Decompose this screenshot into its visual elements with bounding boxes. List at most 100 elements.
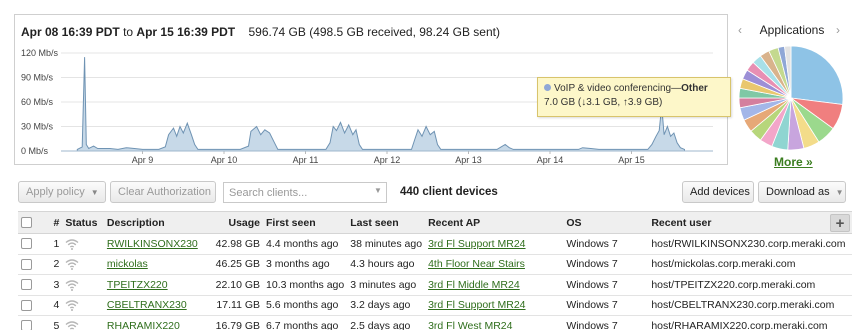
- wifi-icon: [65, 299, 79, 312]
- row-number: 5: [41, 315, 63, 330]
- row-os: Windows 7: [563, 315, 649, 330]
- more-link[interactable]: More »: [774, 155, 813, 169]
- row-description: RHARAMIX220: [103, 315, 213, 330]
- row-checkbox[interactable]: [21, 299, 32, 311]
- search-clients-input[interactable]: [223, 182, 387, 203]
- usage-summary: 596.74 GB (498.5 GB received, 98.24 GB s…: [248, 25, 500, 39]
- tooltip-app: Other: [681, 83, 708, 94]
- row-os: Windows 7: [563, 254, 649, 275]
- row-select-cell[interactable]: [18, 274, 42, 296]
- row-recent-ap: 4th Floor Near Stairs: [425, 254, 564, 275]
- select-all-checkbox[interactable]: [21, 217, 32, 229]
- time-range: Apr 08 16:39 PDT to Apr 15 16:39 PDT 596…: [21, 25, 500, 39]
- x-tick-label: Apr 14: [537, 155, 564, 165]
- clients-table: # Status Description Usage First seen La…: [18, 211, 852, 330]
- table-row[interactable]: 4 CBELTRANX230 17.11 GB 5.6 months ago 3.2 d…: [18, 295, 852, 316]
- col-num[interactable]: #: [41, 211, 63, 234]
- col-description[interactable]: Description: [103, 211, 213, 234]
- col-first-seen[interactable]: First seen: [263, 211, 348, 234]
- applications-pie-chart[interactable]: [737, 44, 845, 152]
- row-usage: 42.98 GB: [212, 233, 264, 255]
- row-status: [62, 254, 104, 275]
- row-status: [62, 233, 104, 255]
- add-column-button[interactable]: +: [829, 213, 850, 232]
- client-description-link[interactable]: mickolas: [107, 258, 148, 270]
- row-status: [62, 295, 104, 316]
- chevron-down-icon: ▼: [835, 188, 844, 197]
- row-select-cell[interactable]: [18, 315, 42, 330]
- row-last-seen: 38 minutes ago: [347, 233, 426, 255]
- client-description-link[interactable]: TPEITZX220: [107, 279, 168, 291]
- range-end: Apr 15 16:39 PDT: [136, 25, 236, 39]
- table-row[interactable]: 3 TPEITZX220 22.10 GB 10.3 months ago 3 minu…: [18, 274, 852, 296]
- row-checkbox[interactable]: [21, 279, 32, 291]
- row-first-seen: 10.3 months ago: [263, 274, 348, 296]
- wifi-icon: [65, 238, 79, 250]
- x-tick-label: Apr 10: [211, 155, 238, 165]
- client-toolbar: Apply policy ▼ Clear Authorization ▼ 440 …: [18, 181, 852, 205]
- row-first-seen: 5.6 months ago: [263, 295, 348, 316]
- row-usage: 46.25 GB: [212, 254, 264, 275]
- col-status[interactable]: Status: [62, 211, 104, 234]
- applications-title: Applications: [759, 23, 825, 37]
- col-usage[interactable]: Usage: [212, 211, 264, 234]
- x-tick-label: Apr 9: [132, 155, 154, 165]
- row-checkbox[interactable]: [21, 238, 32, 250]
- row-usage: 22.10 GB: [212, 274, 264, 296]
- recent-ap-link[interactable]: 3rd Fl Support MR24: [428, 299, 525, 311]
- col-os[interactable]: OS: [563, 211, 649, 234]
- row-checkbox[interactable]: [21, 258, 32, 270]
- recent-ap-link[interactable]: 4th Floor Near Stairs: [428, 258, 525, 270]
- col-recent-user[interactable]: Recent user: [648, 211, 830, 234]
- y-tick-label: 30 Mb/s: [21, 122, 54, 132]
- row-description: TPEITZX220: [103, 274, 213, 296]
- client-description-link[interactable]: CBELTRANX230: [107, 299, 187, 311]
- row-select-cell[interactable]: [18, 233, 42, 255]
- row-os: Windows 7: [563, 274, 649, 296]
- tooltip-category: VoIP & video conferencing: [554, 83, 672, 94]
- table-header-row: # Status Description Usage First seen La…: [18, 211, 852, 234]
- apply-policy-button[interactable]: Apply policy ▼: [18, 181, 106, 203]
- row-usage: 17.11 GB: [212, 295, 264, 316]
- select-all-cell[interactable]: [18, 211, 42, 234]
- pie-slice[interactable]: [790, 45, 844, 105]
- recent-ap-link[interactable]: 3rd Fl Middle MR24: [428, 279, 520, 291]
- row-first-seen: 3 months ago: [263, 254, 348, 275]
- row-recent-user: host/RHARAMIX220.corp.meraki.com: [648, 315, 852, 330]
- tooltip-detail: 7.0 GB (↓3.1 GB, ↑3.9 GB): [544, 97, 663, 108]
- download-as-label: Download as: [766, 186, 830, 198]
- col-recent-ap[interactable]: Recent AP: [425, 211, 564, 234]
- row-os: Windows 7: [563, 295, 649, 316]
- add-column-cell: +: [829, 211, 852, 234]
- row-status: [62, 315, 104, 330]
- table-row[interactable]: 1 RWILKINSONX230 42.98 GB 4.4 months ago 38 …: [18, 233, 852, 255]
- col-last-seen[interactable]: Last seen: [347, 211, 426, 234]
- chart-tooltip: VoIP & video conferencing—Other 7.0 GB (…: [537, 77, 731, 117]
- wifi-icon: [65, 258, 79, 271]
- table-row[interactable]: 5 RHARAMIX220 16.79 GB 6.7 months ago 2.5 da…: [18, 315, 852, 330]
- clear-authorization-button[interactable]: Clear Authorization: [110, 181, 216, 203]
- row-checkbox[interactable]: [21, 320, 32, 330]
- wifi-icon: [65, 320, 79, 330]
- row-select-cell[interactable]: [18, 295, 42, 316]
- row-select-cell[interactable]: [18, 254, 42, 275]
- tooltip-separator: —: [671, 83, 682, 94]
- client-description-link[interactable]: RWILKINSONX230: [107, 238, 198, 250]
- row-description: RWILKINSONX230: [103, 233, 213, 255]
- table-row[interactable]: 2 mickolas 46.25 GB 3 months ago 4.3 hours a…: [18, 254, 852, 275]
- prev-arrow-icon[interactable]: ‹: [738, 23, 742, 37]
- recent-ap-link[interactable]: 3rd Fl Support MR24: [428, 238, 525, 250]
- search-dropdown-icon[interactable]: ▼: [374, 186, 382, 195]
- y-tick-label: 0 Mb/s: [21, 146, 49, 156]
- row-recent-user: host/RWILKINSONX230.corp.meraki.com: [648, 233, 852, 255]
- apply-policy-label: Apply policy: [26, 186, 85, 198]
- range-to: to: [123, 25, 134, 39]
- row-last-seen: 3.2 days ago: [347, 295, 426, 316]
- row-os: Windows 7: [563, 233, 649, 255]
- next-arrow-icon[interactable]: ›: [836, 23, 840, 37]
- range-start: Apr 08 16:39 PDT: [21, 25, 120, 39]
- recent-ap-link[interactable]: 3rd Fl West MR24: [428, 320, 512, 330]
- download-as-button[interactable]: Download as ▼: [758, 181, 846, 203]
- add-devices-button[interactable]: Add devices: [682, 181, 754, 203]
- client-description-link[interactable]: RHARAMIX220: [107, 320, 180, 330]
